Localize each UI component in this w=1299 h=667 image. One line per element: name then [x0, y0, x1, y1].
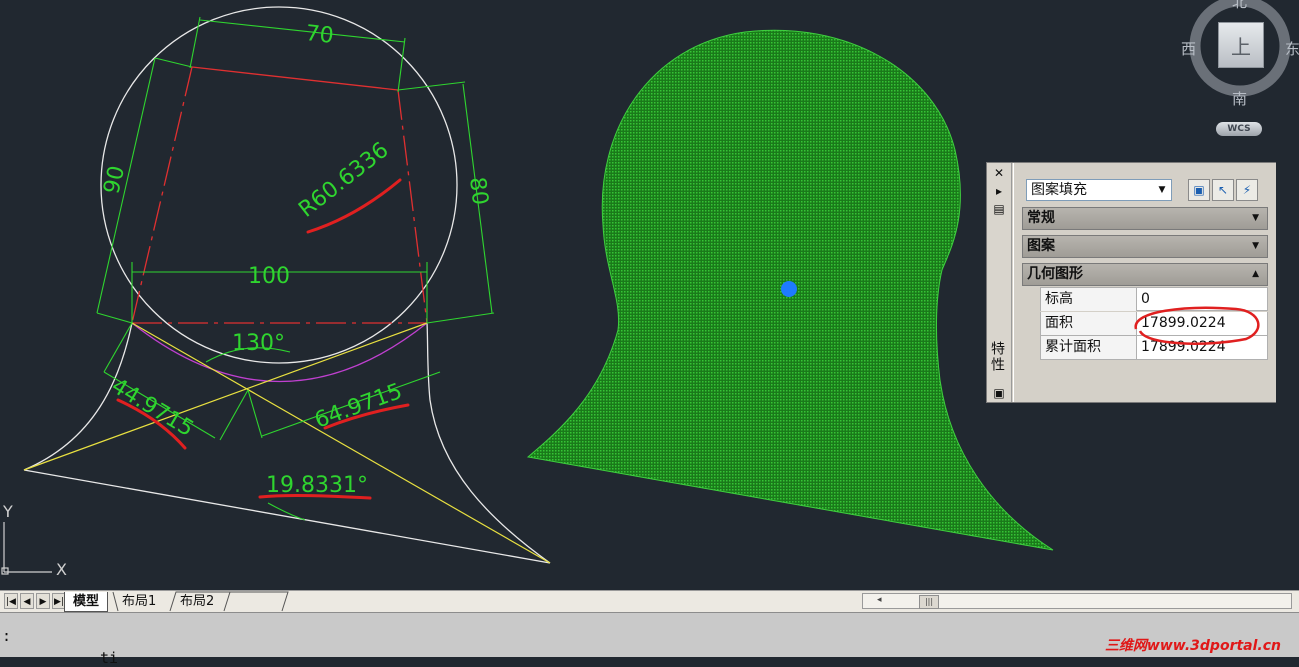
- section-pattern-label: 图案: [1027, 238, 1055, 254]
- chevron-down-icon[interactable]: ▼: [1252, 208, 1259, 229]
- ucs-icon: [1, 522, 52, 575]
- command-line[interactable]: : ti 三维网www.3dportal.cn: [0, 612, 1299, 667]
- layout-tab-bar: |◀ ◀ ▶ ▶| 模型 布局1 布局2 ◂ |||: [0, 590, 1299, 612]
- viewcube-west[interactable]: 西: [1181, 38, 1196, 59]
- viewcube-east[interactable]: 东: [1285, 38, 1299, 59]
- object-type-select[interactable]: 图案填充 ▼: [1026, 179, 1172, 201]
- section-general-label: 常规: [1027, 210, 1055, 226]
- section-pattern[interactable]: 图案 ▼: [1022, 235, 1268, 258]
- select-objects-button[interactable]: ↖: [1212, 179, 1234, 201]
- palette-icon: ▣: [993, 386, 1005, 400]
- properties-menu-icon[interactable]: ▤: [992, 203, 1006, 215]
- properties-title-strip[interactable]: ✕ ▸ ▤ 特性 ▣: [987, 163, 1012, 402]
- object-type-value: 图案填充: [1031, 182, 1087, 198]
- area-highlight-circle: [1134, 306, 1260, 345]
- dim-right-side: 80: [464, 176, 492, 207]
- outline-profile[interactable]: [23, 322, 551, 564]
- viewcube[interactable]: 北 西 东 南 上 WCS: [1176, 0, 1299, 140]
- viewcube-north[interactable]: 北: [1232, 0, 1247, 12]
- dim-right-length: 64.9715: [312, 379, 406, 434]
- scroll-left-icon[interactable]: ◂: [877, 595, 882, 605]
- watermark: 三维网www.3dportal.cn: [1104, 638, 1281, 654]
- ucs-x-label: X: [56, 560, 67, 579]
- dim-angle-bottom: 19.8331°: [266, 473, 368, 498]
- close-icon[interactable]: ✕: [992, 167, 1006, 179]
- properties-title: 特性: [989, 341, 1005, 373]
- wcs-menu-button[interactable]: WCS: [1216, 122, 1262, 136]
- construction-yellow: [23, 322, 551, 564]
- command-input[interactable]: ti: [100, 649, 118, 667]
- first-tab-icon[interactable]: |◀: [4, 593, 18, 609]
- next-tab-icon[interactable]: ▶: [36, 593, 50, 609]
- chevron-down-icon[interactable]: ▼: [1155, 182, 1169, 198]
- property-label: 累计面积: [1041, 336, 1137, 359]
- grip-point[interactable]: [781, 281, 797, 297]
- section-geometry[interactable]: 几何图形 ▲: [1022, 263, 1268, 286]
- chevron-up-icon[interactable]: ▲: [1252, 264, 1259, 285]
- dimension-lines: [96, 16, 495, 521]
- property-label: 面积: [1041, 312, 1137, 335]
- prev-tab-icon[interactable]: ◀: [20, 593, 34, 609]
- tab-outlines: [112, 591, 289, 612]
- drawing-canvas[interactable]: 70 90 80 100 R60.6336 130° 44.9715 64.97…: [0, 0, 1299, 590]
- horizontal-scrollbar[interactable]: ◂ |||: [862, 593, 1292, 609]
- toggle-pickadd-button[interactable]: ▣: [1188, 179, 1210, 201]
- property-label: 标高: [1041, 288, 1137, 311]
- dim-top-width: 70: [304, 21, 334, 49]
- section-geometry-label: 几何图形: [1027, 266, 1083, 282]
- dim-left-side: 90: [99, 163, 130, 196]
- section-general[interactable]: 常规 ▼: [1022, 207, 1268, 230]
- dim-middle-width: 100: [248, 264, 290, 289]
- properties-body: 图案填充 ▼ ▣ ↖ ⚡ 常规 ▼ 图案 ▼ 几何图形 ▲ 标高 0 面积 17…: [1013, 163, 1276, 402]
- quick-select-button[interactable]: ⚡: [1236, 179, 1258, 201]
- viewcube-south[interactable]: 南: [1232, 88, 1247, 109]
- dim-angle-top: 130°: [232, 331, 285, 356]
- properties-palette[interactable]: ✕ ▸ ▤ 特性 ▣ 图案填充 ▼ ▣ ↖ ⚡ 常规 ▼ 图案 ▼ 几何图形 ▲…: [986, 162, 1276, 403]
- auto-hide-icon[interactable]: ▸: [992, 185, 1006, 197]
- command-history-line: :: [2, 627, 12, 645]
- dim-radius: R60.6336: [294, 138, 393, 223]
- chevron-down-icon[interactable]: ▼: [1252, 236, 1259, 257]
- dim-left-length: 44.9715: [107, 374, 198, 442]
- ucs-y-label: Y: [2, 502, 13, 521]
- scroll-thumb[interactable]: |||: [919, 595, 939, 609]
- viewcube-top-face[interactable]: 上: [1218, 22, 1264, 68]
